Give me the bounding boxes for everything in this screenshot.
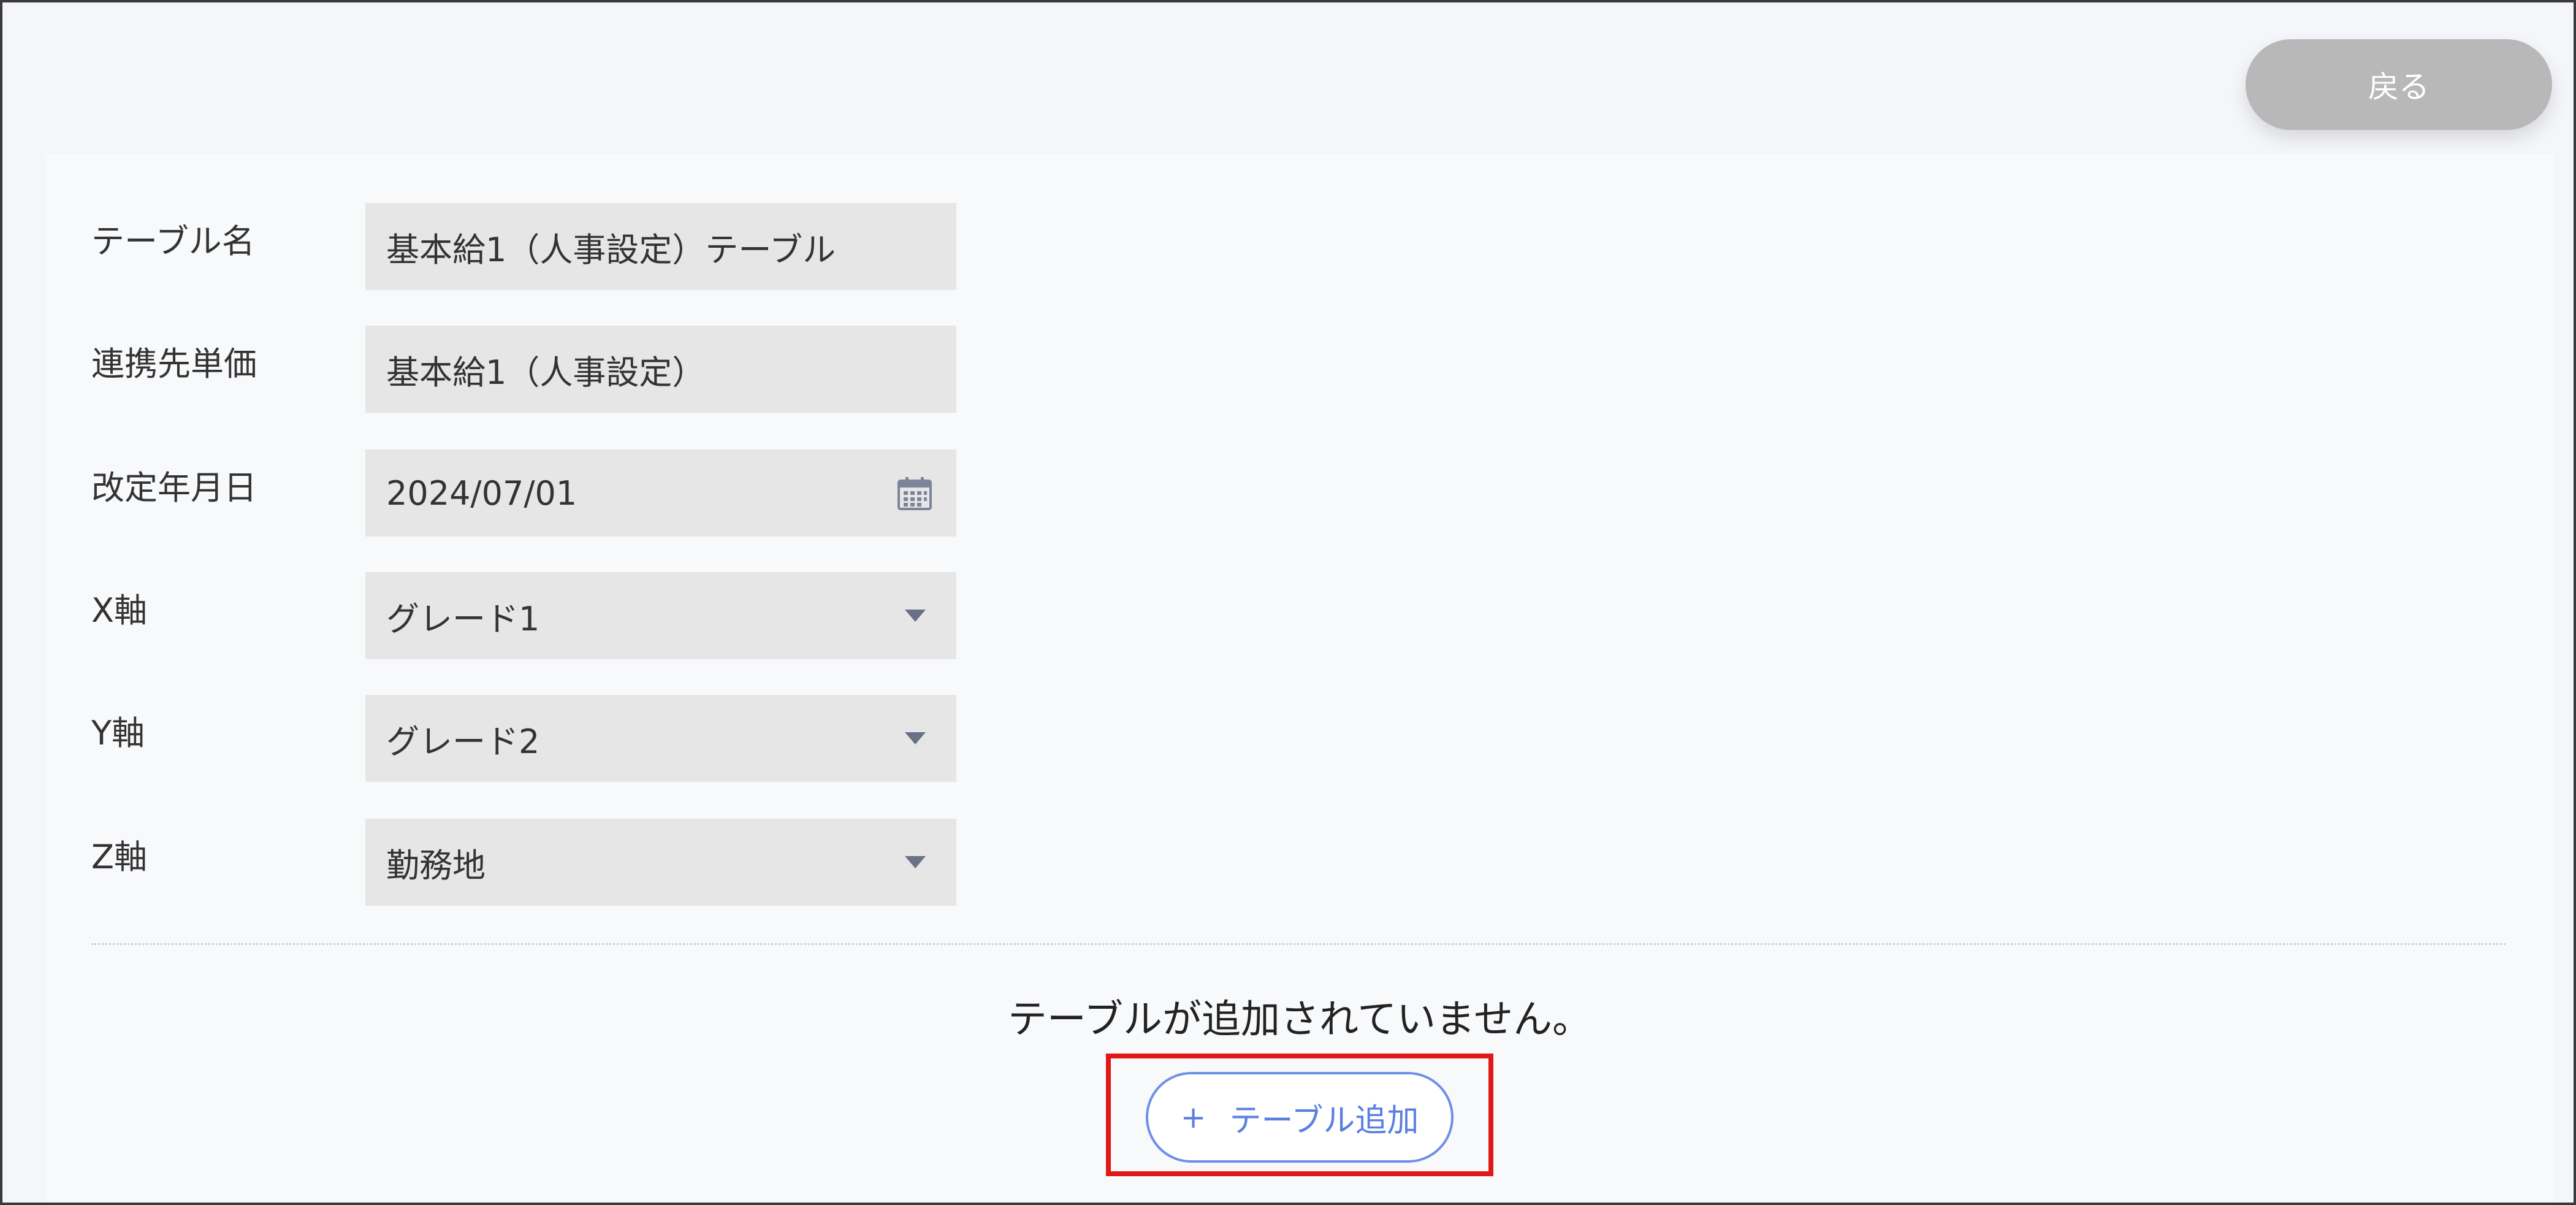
table-name-value: 基本給1（人事設定）テーブル — [386, 230, 836, 269]
z-axis-label: Z軸 — [91, 838, 147, 876]
chevron-down-icon — [905, 856, 926, 868]
chevron-down-icon — [905, 610, 926, 622]
z-axis-value: 勤務地 — [386, 846, 486, 885]
chevron-down-icon — [905, 732, 926, 744]
back-button[interactable]: 戻る — [2246, 39, 2552, 130]
z-axis-select[interactable]: 勤務地 — [365, 819, 956, 906]
back-button-label: 戻る — [2368, 69, 2429, 105]
plus-icon: + — [1180, 1100, 1206, 1135]
linked-unit-price-field[interactable]: 基本給1（人事設定） — [365, 326, 956, 413]
linked-unit-price-value: 基本給1（人事設定） — [386, 353, 706, 392]
empty-table-message: テーブルが追加されていません。 — [1007, 997, 1592, 1042]
x-axis-select[interactable]: グレード1 — [365, 572, 956, 659]
table-name-label: テーブル名 — [91, 222, 255, 261]
table-settings-form: テーブル名 基本給1（人事設定）テーブル 連携先単価 基本給1（人事設定） 改定… — [45, 154, 2554, 1203]
x-axis-value: グレード1 — [386, 599, 540, 638]
add-table-button[interactable]: + テーブル追加 — [1146, 1072, 1454, 1163]
linked-unit-price-label: 連携先単価 — [91, 345, 257, 383]
section-divider — [91, 943, 2506, 945]
x-axis-label: X軸 — [91, 591, 147, 630]
y-axis-label: Y軸 — [91, 714, 145, 752]
app-window: 戻る テーブル名 基本給1（人事設定）テーブル 連携先単価 基本給1（人事設定）… — [0, 0, 2576, 1205]
revision-date-value: 2024/07/01 — [386, 473, 577, 513]
y-axis-select[interactable]: グレード2 — [365, 695, 956, 782]
add-table-button-label: テーブル追加 — [1229, 1102, 1419, 1139]
y-axis-value: グレード2 — [386, 722, 540, 761]
revision-date-label: 改定年月日 — [91, 469, 257, 507]
calendar-icon[interactable] — [897, 477, 932, 510]
revision-date-field[interactable]: 2024/07/01 — [365, 449, 956, 537]
table-name-field[interactable]: 基本給1（人事設定）テーブル — [365, 203, 956, 290]
